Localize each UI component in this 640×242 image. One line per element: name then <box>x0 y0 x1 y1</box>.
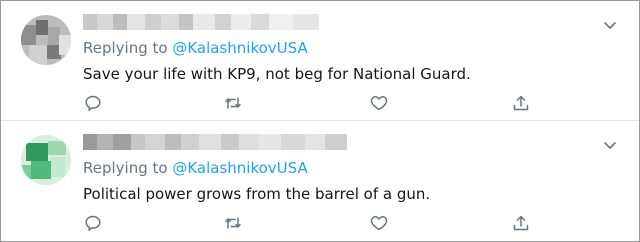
share-icon[interactable] <box>511 93 531 113</box>
share-icon[interactable] <box>511 213 531 233</box>
action-bar <box>83 93 543 113</box>
author-name-blurred[interactable] <box>83 14 319 30</box>
retweet-icon[interactable] <box>223 93 243 113</box>
chevron-down-icon[interactable] <box>603 17 617 31</box>
avatar[interactable] <box>21 15 71 65</box>
replying-prefix: Replying to <box>83 39 173 57</box>
replying-to-line: Replying to @KalashnikovUSA <box>83 159 308 177</box>
retweet-icon[interactable] <box>223 213 243 233</box>
replying-to-line: Replying to @KalashnikovUSA <box>83 39 308 57</box>
reply-tweet[interactable]: Replying to @KalashnikovUSA Save your li… <box>1 1 639 120</box>
like-icon[interactable] <box>369 213 389 233</box>
reply-icon[interactable] <box>83 93 103 113</box>
action-bar <box>83 213 543 233</box>
author-name-blurred[interactable] <box>83 134 347 150</box>
avatar[interactable] <box>21 135 71 185</box>
like-icon[interactable] <box>369 93 389 113</box>
tweet-text: Political power grows from the barrel of… <box>83 185 431 203</box>
replying-prefix: Replying to <box>83 159 173 177</box>
reply-tweet[interactable]: Replying to @KalashnikovUSA Political po… <box>1 121 639 240</box>
replying-handle-link[interactable]: @KalashnikovUSA <box>172 39 307 57</box>
replying-handle-link[interactable]: @KalashnikovUSA <box>172 159 307 177</box>
chevron-down-icon[interactable] <box>603 137 617 151</box>
reply-icon[interactable] <box>83 213 103 233</box>
tweet-text: Save your life with KP9, not beg for Nat… <box>83 65 471 83</box>
